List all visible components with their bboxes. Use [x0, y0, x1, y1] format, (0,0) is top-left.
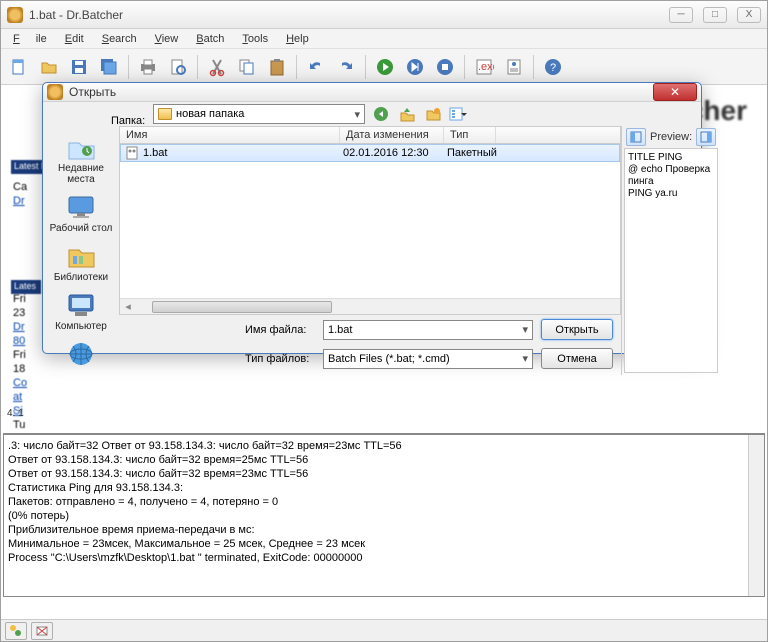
new-button[interactable] — [5, 53, 33, 81]
step-button[interactable] — [401, 53, 429, 81]
cut-button[interactable] — [203, 53, 231, 81]
batch-file-icon — [125, 146, 139, 160]
place-recent[interactable]: Недавние места — [43, 130, 119, 188]
file-row[interactable]: 1.bat 02.01.2016 12:30 Пакетный — [120, 144, 620, 162]
back-button[interactable] — [371, 104, 391, 124]
statusbar — [1, 619, 767, 641]
menu-edit[interactable]: Edit — [57, 31, 92, 47]
titlebar: 1.bat - Dr.Batcher ─ □ X — [1, 1, 767, 29]
settings-button[interactable] — [500, 53, 528, 81]
help-button[interactable]: ? — [539, 53, 567, 81]
place-libraries[interactable]: Библиотеки — [43, 239, 119, 286]
preview-toggle-right[interactable] — [696, 128, 716, 146]
save-all-button[interactable] — [95, 53, 123, 81]
status-btn-2[interactable] — [31, 622, 53, 640]
filetype-select[interactable]: Batch Files (*.bat; *.cmd) ▾ — [323, 349, 533, 369]
folder-combobox[interactable]: новая папака ▾ — [153, 104, 365, 124]
window-title: 1.bat - Dr.Batcher — [29, 8, 123, 22]
preview-content: TITLE PING @ echo Проверка пинга PING ya… — [624, 148, 718, 373]
open-dialog: Открыть ✕ Папка: новая папака ▾ Недавние… — [42, 82, 702, 354]
new-folder-button[interactable] — [423, 104, 443, 124]
run-button[interactable] — [371, 53, 399, 81]
folder-label: Папка: — [111, 115, 145, 127]
view-menu-button[interactable] — [449, 104, 469, 124]
svg-text:.exe: .exe — [478, 61, 494, 73]
menu-tools[interactable]: Tools — [234, 31, 276, 47]
copy-button[interactable] — [233, 53, 261, 81]
dialog-titlebar: Открыть ✕ — [43, 83, 701, 102]
preview-toggle-left[interactable] — [626, 128, 646, 146]
dialog-icon — [47, 84, 63, 100]
minimize-button[interactable]: ─ — [669, 7, 693, 23]
status-btn-1[interactable] — [5, 622, 27, 640]
save-button[interactable] — [65, 53, 93, 81]
cancel-button[interactable]: Отмена — [541, 348, 613, 369]
place-computer[interactable]: Компьютер — [43, 288, 119, 335]
console-scrollbar[interactable] — [748, 435, 764, 596]
open-button[interactable] — [35, 53, 63, 81]
menubar: File Edit Search View Batch Tools Help — [1, 29, 767, 49]
place-network[interactable] — [43, 337, 119, 371]
stop-button[interactable] — [431, 53, 459, 81]
paste-button[interactable] — [263, 53, 291, 81]
col-date[interactable]: Дата изменения — [340, 127, 444, 143]
file-list-header[interactable]: Имя Дата изменения Тип — [119, 126, 621, 144]
open-button[interactable]: Открыть — [541, 319, 613, 340]
filename-label: Имя файла: — [245, 324, 315, 336]
filename-input[interactable]: 1.bat ▾ — [323, 320, 533, 340]
print-preview-button[interactable] — [164, 53, 192, 81]
exe-button[interactable]: .exe — [470, 53, 498, 81]
menu-batch[interactable]: Batch — [188, 31, 232, 47]
app-icon — [7, 7, 23, 23]
menu-file[interactable]: File — [5, 31, 55, 47]
print-button[interactable] — [134, 53, 162, 81]
file-list-area: Имя Дата изменения Тип 1.bat 02.01.2016 … — [119, 126, 621, 375]
chevron-down-icon: ▾ — [522, 352, 528, 365]
menu-view[interactable]: View — [147, 31, 187, 47]
file-list-hscroll[interactable]: ◂ — [120, 298, 620, 314]
menu-help[interactable]: Help — [278, 31, 317, 47]
dialog-title: Открыть — [69, 85, 116, 99]
menu-search[interactable]: Search — [94, 31, 145, 47]
places-bar: Недавние места Рабочий стол Библиотеки К… — [43, 126, 119, 375]
filetype-label: Тип файлов: — [245, 353, 315, 365]
redo-button[interactable] — [332, 53, 360, 81]
svg-text:?: ? — [550, 62, 556, 74]
dialog-close-button[interactable]: ✕ — [653, 83, 697, 101]
preview-pane: Preview: TITLE PING @ echo Проверка пинг… — [621, 126, 720, 375]
left-text-block: Ca Dr Fri 23 Dr 80 Fri 18 Co at Si Tu 22… — [13, 180, 27, 474]
console-output[interactable]: .3: число байт=32 Ответ от 93.158.134.3:… — [3, 433, 765, 597]
col-name[interactable]: Имя — [120, 127, 340, 143]
preview-label: Preview: — [650, 131, 692, 143]
chevron-down-icon: ▾ — [354, 108, 360, 121]
splitter-info: 4: 1 — [7, 408, 24, 419]
file-list[interactable]: 1.bat 02.01.2016 12:30 Пакетный ◂ — [119, 144, 621, 315]
close-button[interactable]: X — [737, 7, 761, 23]
place-desktop[interactable]: Рабочий стол — [43, 190, 119, 237]
col-type[interactable]: Тип — [444, 127, 496, 143]
maximize-button[interactable]: □ — [703, 7, 727, 23]
undo-button[interactable] — [302, 53, 330, 81]
folder-icon — [158, 108, 172, 120]
chevron-down-icon: ▾ — [522, 323, 528, 336]
toolbar: .exe ? — [1, 49, 767, 85]
up-button[interactable] — [397, 104, 417, 124]
